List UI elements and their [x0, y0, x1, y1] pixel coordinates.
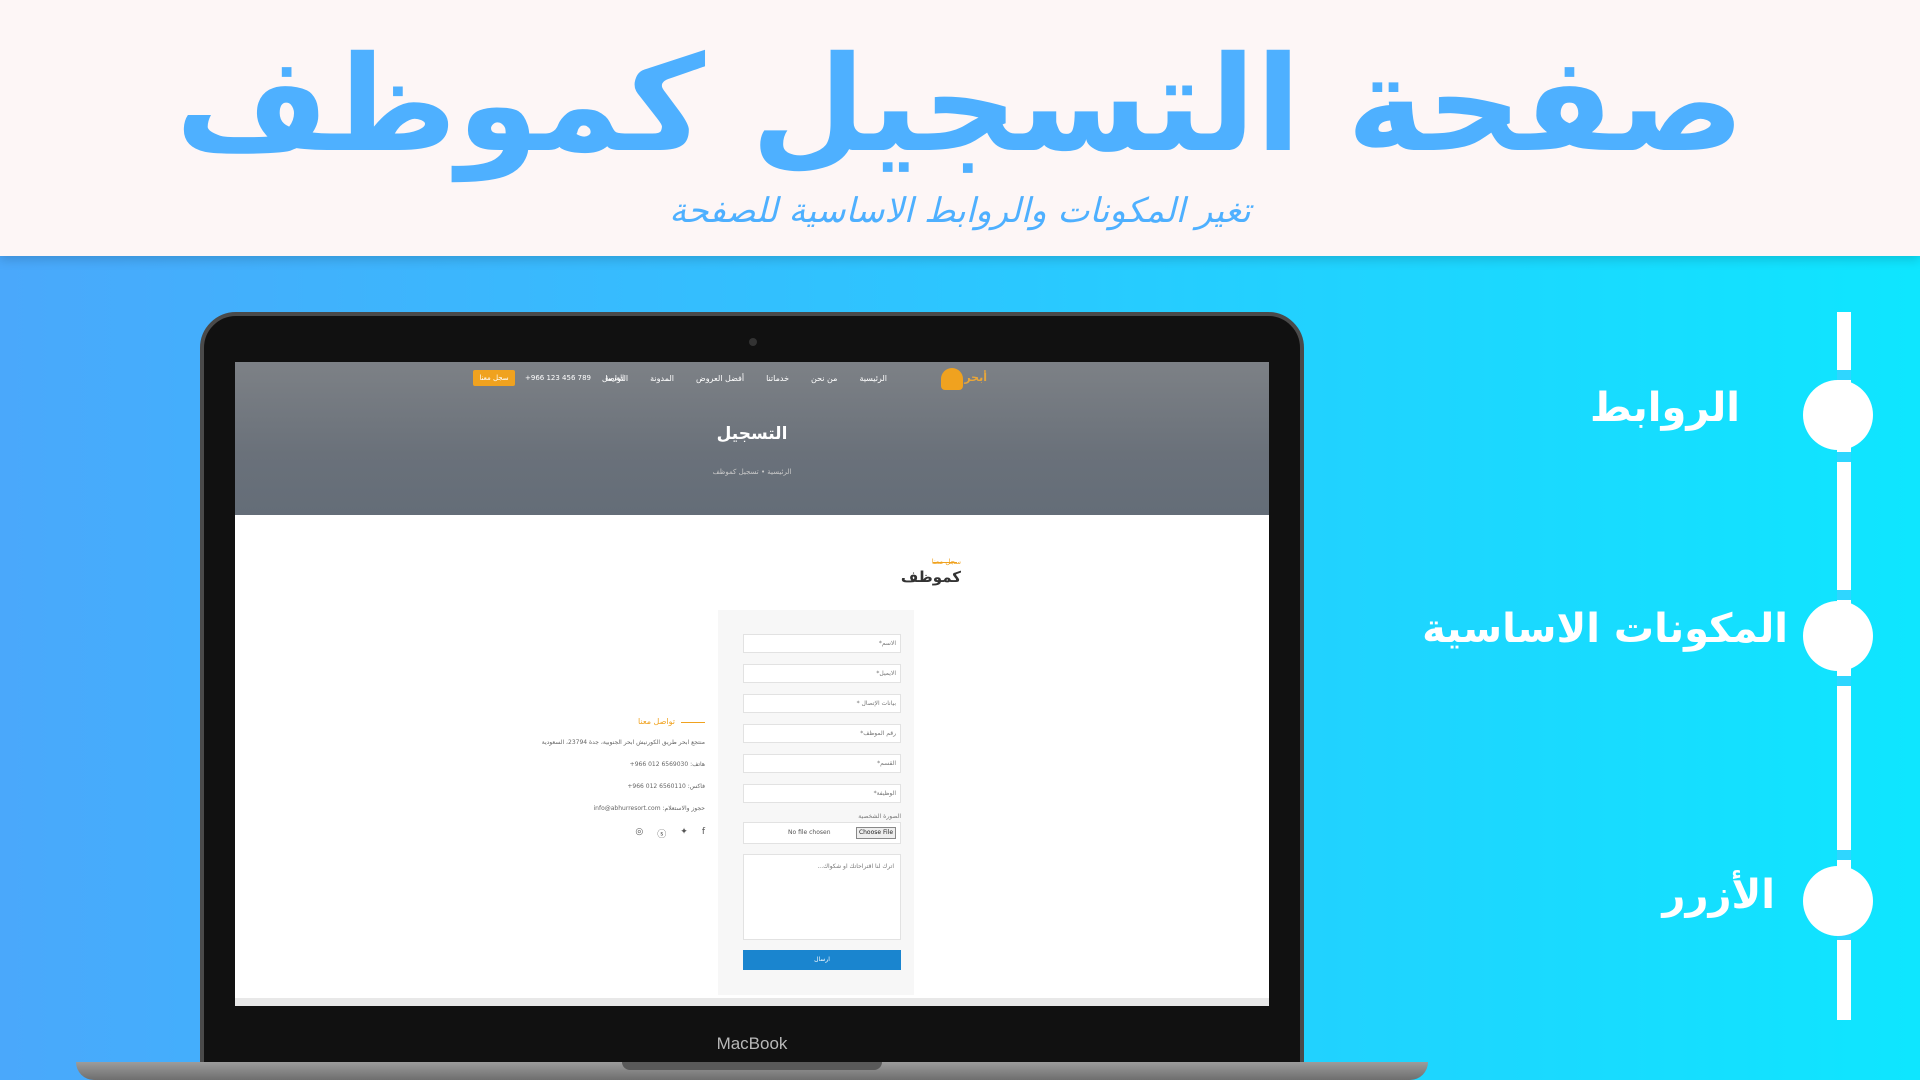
- timeline-dot-buttons: [1803, 866, 1873, 936]
- timeline-gap: [1837, 590, 1851, 600]
- section-tag: سجل معنا: [931, 558, 961, 566]
- contact-title-line: [681, 722, 705, 723]
- contact-phone: هاتف: 6569030 012 966+: [629, 761, 705, 768]
- top-banner: صفحة التسجيل كموظف تغير المكونات والرواب…: [0, 0, 1920, 256]
- contact-address: منتجع ابحر طريق الكورنيش ابحر الجنوبية، …: [541, 739, 705, 746]
- nav-item-services[interactable]: خدماتنا: [766, 374, 789, 383]
- phone-text[interactable]: +966 123 456 789: [525, 374, 591, 382]
- submit-button[interactable]: ارسال: [743, 950, 901, 970]
- page-title: التسجيل: [716, 424, 788, 444]
- photo-label: الصورة الشخصية: [858, 813, 901, 820]
- section-title: كموظف: [900, 568, 961, 586]
- contact-email[interactable]: حجوز والاستعلام: info@abhurresort.com: [593, 805, 705, 812]
- logo-text: أبحر: [964, 371, 987, 384]
- file-status: No file chosen: [788, 829, 831, 836]
- site-nav: أبحر الرئيسية من نحن خدماتنا أفضل العروض…: [235, 362, 1269, 396]
- twitter-icon[interactable]: ✦: [680, 827, 688, 840]
- facebook-icon[interactable]: f: [702, 827, 705, 840]
- laptop-notch: [622, 1062, 882, 1070]
- language-switch[interactable]: العربية: [605, 374, 624, 382]
- timeline-label-buttons: الأزرر: [1662, 872, 1775, 918]
- contact-field[interactable]: بيانات الإتصال *: [743, 694, 901, 713]
- choose-file-button[interactable]: Choose File: [856, 827, 896, 839]
- email-field[interactable]: الايميل*: [743, 664, 901, 683]
- nav-meta: +966 123 456 789 العربية: [525, 374, 624, 382]
- message-textarea[interactable]: اترك لنا اقتراحاتك او شكواك...: [743, 854, 901, 940]
- contact-fax: فاكس: 6560110 012 966+: [627, 783, 705, 790]
- timeline-dot-links: [1803, 380, 1873, 450]
- site-footer-strip: [235, 998, 1269, 1006]
- banner-title: صفحة التسجيل كموظف: [175, 28, 1745, 182]
- timeline-label-links: الروابط: [1589, 385, 1740, 431]
- department-field[interactable]: القسم*: [743, 754, 901, 773]
- photo-upload: No file chosen Choose File: [743, 822, 901, 844]
- skype-icon[interactable]: ⓢ: [657, 827, 666, 840]
- contact-title: تواصل معنا: [638, 717, 675, 726]
- camera-icon: [749, 338, 757, 346]
- name-field[interactable]: الاسم*: [743, 634, 901, 653]
- laptop-screen: أبحر الرئيسية من نحن خدماتنا أفضل العروض…: [235, 362, 1269, 1006]
- banner-subtitle: تغير المكونات والروابط الاساسية للصفحة: [669, 191, 1251, 231]
- laptop-brand: MacBook: [716, 1034, 788, 1053]
- timeline-gap: [1837, 676, 1851, 686]
- breadcrumb[interactable]: الرئيسية • تسجيل كموظف: [235, 468, 1269, 476]
- register-button[interactable]: سجل معنا: [473, 370, 515, 386]
- nav-item-about[interactable]: من نحن: [811, 374, 837, 383]
- timeline-dot-components: [1803, 601, 1873, 671]
- registration-form: الاسم* الايميل* بيانات الإتصال * رقم الم…: [718, 610, 914, 995]
- page-hero: أبحر الرئيسية من نحن خدماتنا أفضل العروض…: [235, 362, 1269, 515]
- nav-item-home[interactable]: الرئيسية: [859, 374, 887, 383]
- job-field[interactable]: الوظيفة*: [743, 784, 901, 803]
- logo-icon[interactable]: [941, 368, 963, 390]
- nav-item-offers[interactable]: أفضل العروض: [696, 374, 744, 383]
- nav-links: الرئيسية من نحن خدماتنا أفضل العروض المد…: [602, 374, 887, 383]
- timeline-gap: [1837, 370, 1851, 380]
- timeline-label-components: المكونات الاساسية: [1422, 606, 1788, 652]
- employee-no-field[interactable]: رقم الموظف*: [743, 724, 901, 743]
- timeline-gap: [1837, 850, 1851, 860]
- instagram-icon[interactable]: ◎: [635, 827, 643, 840]
- social-links: ◎ ⓢ ✦ f: [635, 827, 705, 840]
- timeline-gap: [1837, 452, 1851, 462]
- nav-item-blog[interactable]: المدونة: [650, 374, 674, 383]
